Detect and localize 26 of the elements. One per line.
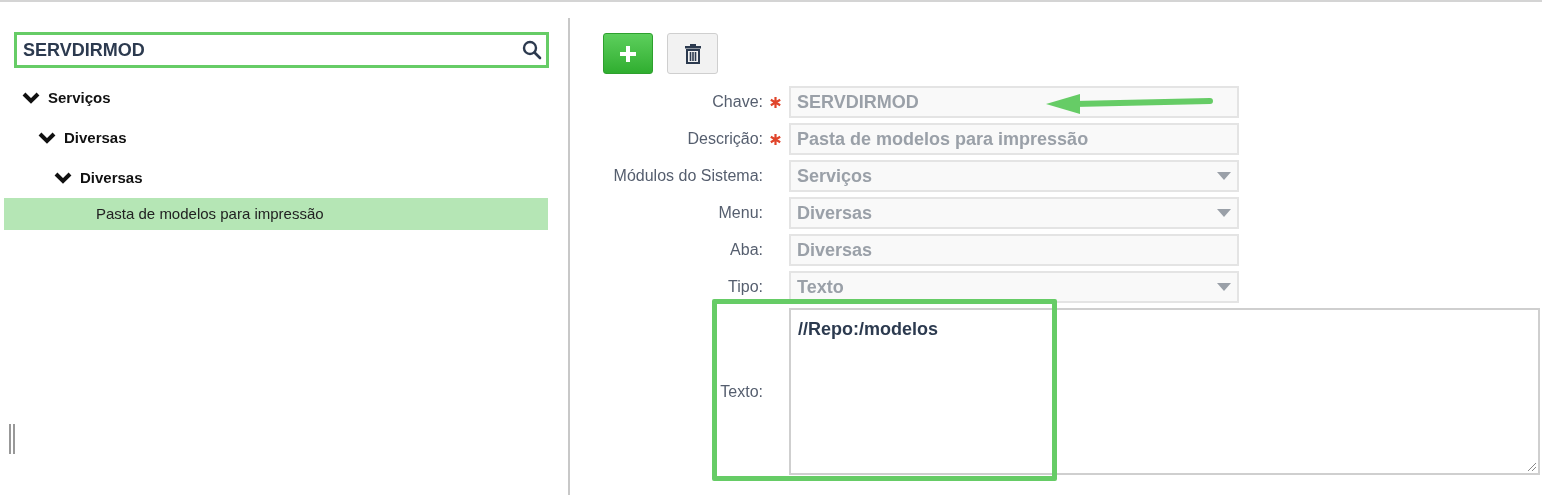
- trash-icon: [684, 43, 701, 64]
- chevron-down-icon[interactable]: [54, 172, 72, 184]
- field-label: Aba:: [730, 240, 763, 260]
- field-label: Descrição:: [687, 129, 763, 149]
- field-label: Tipo:: [728, 277, 763, 297]
- field-label: Texto:: [720, 381, 763, 402]
- text-area[interactable]: //Repo:/modelos: [789, 308, 1540, 475]
- tree-item[interactable]: Pasta de modelos para impressão: [4, 198, 548, 230]
- splitter-handle-icon[interactable]: [8, 424, 16, 454]
- resize-grip-icon[interactable]: [1527, 462, 1537, 472]
- plus-icon: [619, 44, 637, 63]
- field-label: Chave:: [712, 92, 763, 112]
- add-button[interactable]: [603, 33, 653, 74]
- search-icon[interactable]: [522, 40, 542, 60]
- chevron-down-icon[interactable]: [38, 132, 56, 144]
- search-field[interactable]: SERVDIRMOD: [14, 32, 549, 68]
- chevron-down-icon[interactable]: [22, 92, 40, 104]
- field-label: Menu:: [718, 203, 763, 223]
- tree-item[interactable]: Serviços: [4, 78, 548, 118]
- field-label: Módulos do Sistema:: [613, 166, 763, 186]
- caret-icon[interactable]: [1217, 209, 1231, 217]
- tree-item[interactable]: Diversas: [4, 158, 548, 198]
- caret-icon[interactable]: [1217, 172, 1231, 180]
- tree-item[interactable]: Diversas: [4, 118, 548, 158]
- delete-button[interactable]: [667, 33, 718, 74]
- caret-icon[interactable]: [1217, 283, 1231, 291]
